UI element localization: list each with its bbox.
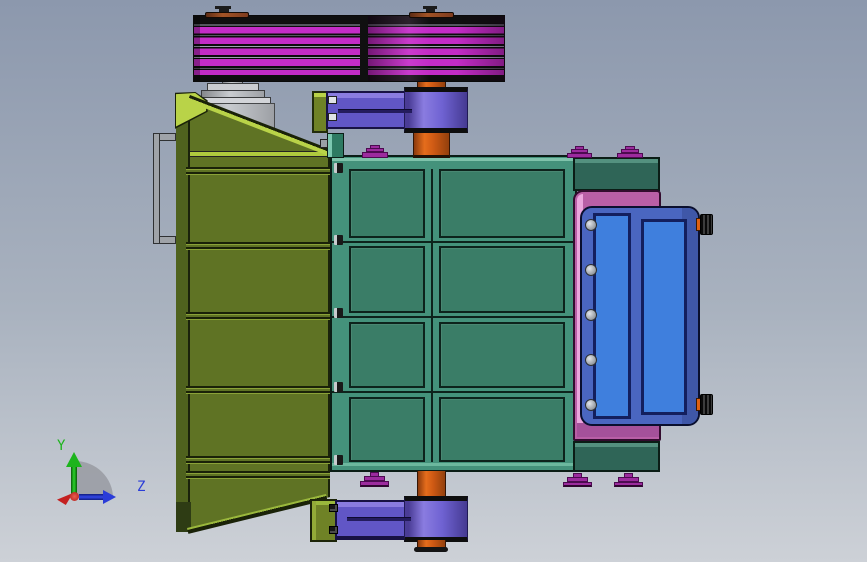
axis-origin-dot: [70, 492, 79, 501]
drive-shaft-end-cap: [414, 547, 448, 552]
foot-flange[interactable]: [563, 473, 592, 487]
frame-corner-post: [327, 133, 344, 158]
door-bolt[interactable]: [585, 219, 597, 231]
rail-bolt[interactable]: [334, 455, 343, 465]
rail-bolt[interactable]: [334, 235, 343, 245]
flange-step: [567, 153, 592, 158]
screen-panel[interactable]: [349, 322, 425, 388]
foot-step: [614, 482, 643, 487]
hopper-rib: [186, 312, 330, 320]
rail-bolt[interactable]: [334, 163, 343, 173]
screen-panel[interactable]: [439, 322, 565, 388]
bracket-top-face: [314, 93, 326, 97]
screen-panel[interactable]: [439, 246, 565, 313]
bearing-top-cylinder: [404, 87, 468, 133]
bearing-bolt: [329, 504, 338, 512]
hopper-top-band: [190, 151, 330, 157]
frame-divider-line: [332, 391, 575, 393]
hopper-rib: [186, 386, 330, 394]
side-bolt[interactable]: [700, 214, 713, 235]
frame-divider-line: [332, 241, 575, 243]
flange-step: [362, 152, 388, 158]
pulley-left-nut-bar: [215, 6, 231, 9]
rail-bolt[interactable]: [334, 382, 343, 392]
orientation-triad: Y Z: [40, 430, 160, 550]
cad-viewport: Y Z: [0, 0, 867, 562]
bearing-bolt: [328, 96, 337, 104]
bearing-bottom-cylinder: [404, 496, 468, 542]
flange-top[interactable]: [617, 146, 643, 158]
screen-panel[interactable]: [439, 169, 565, 238]
screen-panel[interactable]: [349, 169, 425, 238]
frame-top-edge: [332, 158, 575, 161]
frame-center-line: [431, 169, 433, 462]
bracket-left-face: [312, 501, 316, 540]
door-panel-right[interactable]: [641, 219, 687, 415]
hopper-rib: [186, 471, 330, 479]
drive-shaft-bottom[interactable]: [417, 471, 446, 499]
pulley-seam: [360, 16, 368, 81]
rail-bolt[interactable]: [334, 308, 343, 318]
screen-panel[interactable]: [439, 397, 565, 462]
axis-z-arrowhead: [103, 490, 116, 504]
pulley-right-nut-bar: [423, 6, 437, 9]
bearing-bolt: [329, 526, 338, 534]
door-bolt[interactable]: [585, 309, 597, 321]
screen-frame[interactable]: [330, 155, 577, 472]
hopper-rib: [186, 167, 330, 175]
hopper[interactable]: [176, 96, 330, 532]
frame-beam-top-right[interactable]: [573, 157, 660, 191]
flange-top[interactable]: [567, 146, 592, 158]
flange-step: [617, 153, 643, 158]
foot-flange[interactable]: [360, 472, 389, 487]
frame-bottom-edge: [332, 463, 575, 466]
foot-step: [563, 482, 592, 487]
pulley-right-shading: [368, 16, 505, 81]
door-bolt[interactable]: [585, 264, 597, 276]
foot-step: [360, 481, 389, 487]
handle-side-bar: [153, 133, 160, 244]
side-bolt[interactable]: [700, 394, 713, 415]
flange-top[interactable]: [362, 145, 388, 158]
frame-divider-line: [332, 316, 575, 318]
axis-z-label: Z: [137, 479, 146, 495]
pulley-left-shading: [194, 16, 362, 81]
foot-flange[interactable]: [614, 473, 643, 487]
pulley-right-cap[interactable]: [409, 12, 454, 18]
door-panel-left[interactable]: [593, 213, 631, 419]
door-bolt[interactable]: [585, 399, 597, 411]
corner-bolt: [320, 139, 328, 148]
belt-drive[interactable]: [193, 15, 505, 82]
axis-y-label: Y: [57, 438, 66, 454]
hopper-rib: [186, 242, 330, 250]
pulley-left-cap[interactable]: [205, 12, 249, 18]
door-bolt[interactable]: [585, 354, 597, 366]
screen-panel[interactable]: [349, 246, 425, 313]
bearing-top-slot: [338, 109, 412, 113]
frame-block-bottom-right[interactable]: [573, 441, 660, 472]
screen-panel[interactable]: [349, 397, 425, 462]
axis-z-arrow: [79, 494, 105, 500]
hopper-rib: [186, 456, 330, 464]
bearing-bottom-slot: [347, 517, 411, 521]
bearing-bolt: [328, 113, 337, 121]
door-plate-blue[interactable]: [580, 206, 700, 426]
axis-y-arrowhead: [66, 452, 82, 467]
